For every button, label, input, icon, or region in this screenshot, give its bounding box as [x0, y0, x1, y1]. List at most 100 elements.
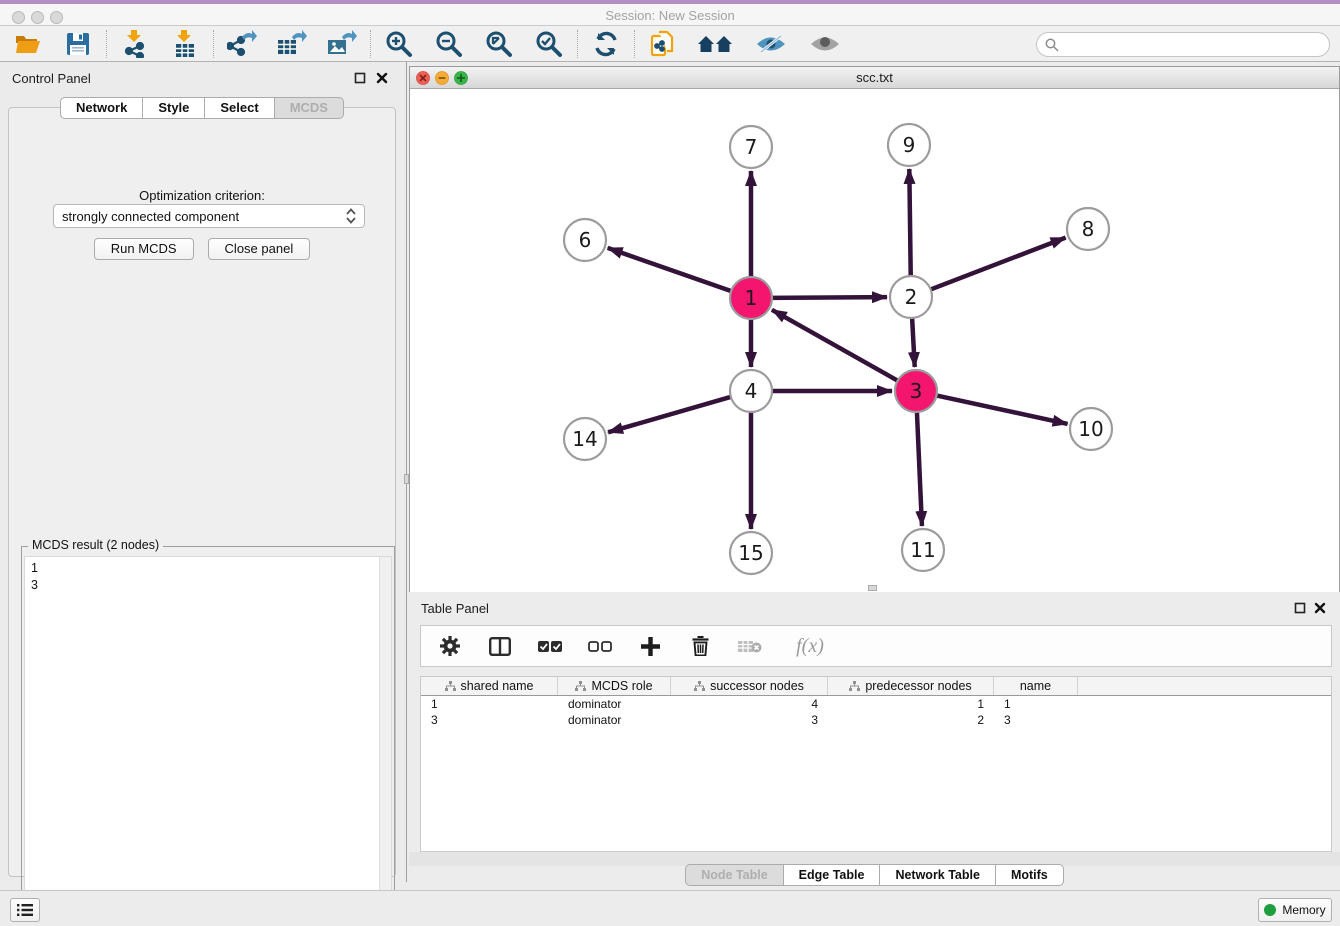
memory-button[interactable]: Memory — [1258, 898, 1332, 922]
tab-mcds[interactable]: MCDS — [275, 97, 344, 119]
window-resize-grip[interactable] — [868, 585, 877, 591]
table-row[interactable]: 3dominator323 — [421, 712, 1331, 728]
graph-node-1[interactable]: 1 — [730, 277, 772, 319]
graph-node-3[interactable]: 3 — [895, 370, 937, 412]
node-label-11: 11 — [910, 538, 935, 562]
edge-2-9[interactable] — [909, 169, 910, 278]
edge-4-14[interactable] — [608, 396, 733, 432]
network-canvas[interactable]: 1 2 3 4 6 7 8 9 10 11 14 15 — [410, 89, 1339, 592]
import-network-icon[interactable] — [120, 29, 150, 59]
edge-3-11[interactable] — [917, 410, 922, 526]
edge-2-3[interactable] — [912, 316, 915, 367]
function-builder-icon[interactable]: f(x) — [787, 631, 833, 661]
tab-motifs[interactable]: Motifs — [996, 864, 1064, 886]
edge-3-1[interactable] — [772, 310, 900, 382]
control-panel-header: Control Panel — [0, 62, 404, 94]
column-label: successor nodes — [710, 679, 804, 693]
column-header-predecessor-nodes[interactable]: predecessor nodes — [828, 677, 994, 695]
run-mcds-button[interactable]: Run MCDS — [94, 238, 194, 260]
float-table-panel-icon[interactable] — [1294, 601, 1308, 615]
graph-node-8[interactable]: 8 — [1067, 208, 1109, 250]
status-bar: Memory — [0, 890, 1340, 926]
open-session-icon[interactable] — [13, 29, 43, 59]
table-row[interactable]: 1dominator411 — [421, 696, 1331, 712]
export-network-icon[interactable] — [227, 29, 257, 59]
edge-1-2[interactable] — [770, 297, 887, 298]
zoom-selected-icon[interactable] — [534, 29, 564, 59]
search-input[interactable] — [1065, 38, 1321, 52]
close-table-panel-icon[interactable] — [1314, 601, 1328, 615]
search-icon — [1045, 38, 1059, 52]
close-panel-icon[interactable] — [376, 71, 390, 85]
column-header-MCDS-role[interactable]: MCDS role — [558, 677, 671, 695]
edge-3-10[interactable] — [935, 395, 1068, 424]
table-settings-gear-icon[interactable] — [437, 631, 463, 661]
deselect-all-checks-icon[interactable] — [587, 631, 613, 661]
tab-network-table[interactable]: Network Table — [880, 864, 996, 886]
tab-style[interactable]: Style — [143, 97, 205, 119]
graph-node-6[interactable]: 6 — [564, 219, 606, 261]
table-cell: 2 — [828, 713, 994, 727]
graph-node-15[interactable]: 15 — [730, 532, 772, 574]
column-label: predecessor nodes — [865, 679, 971, 693]
node-label-7: 7 — [745, 135, 758, 159]
mcds-result-lines: 1 3 — [25, 557, 391, 597]
column-header-shared-name[interactable]: shared name — [421, 677, 558, 695]
table-header-row: shared name MCDS role successor nodes prede… — [421, 677, 1331, 696]
table-panel: Table Panel f(x) — [409, 592, 1340, 890]
close-panel-button[interactable]: Close panel — [208, 238, 311, 260]
node-label-1: 1 — [745, 286, 758, 310]
tab-edge-table[interactable]: Edge Table — [784, 864, 881, 886]
reset-zoom-home-icon[interactable] — [698, 29, 734, 59]
fx-label: f(x) — [796, 635, 824, 658]
export-table-icon[interactable] — [277, 29, 307, 59]
optimization-criterion-select[interactable]: strongly connected component — [53, 204, 365, 228]
save-session-icon[interactable] — [63, 29, 93, 59]
edge-2-8[interactable] — [929, 238, 1066, 291]
column-label: shared name — [461, 679, 534, 693]
memory-label: Memory — [1282, 903, 1325, 917]
result-scrollbar[interactable] — [379, 557, 391, 914]
column-header-successor-nodes[interactable]: successor nodes — [671, 677, 828, 695]
task-history-button[interactable] — [10, 898, 40, 922]
column-tree-icon — [849, 681, 860, 692]
column-header-name[interactable]: name — [994, 677, 1078, 695]
table-cell: 3 — [671, 713, 828, 727]
graph-node-9[interactable]: 9 — [888, 124, 930, 166]
search-field[interactable] — [1036, 32, 1330, 57]
column-label: MCDS role — [591, 679, 652, 693]
table-panel-title: Table Panel — [421, 601, 489, 616]
edge-1-6[interactable] — [608, 248, 733, 292]
export-image-icon[interactable] — [327, 29, 357, 59]
graph-node-2[interactable]: 2 — [890, 276, 932, 318]
graph-node-7[interactable]: 7 — [730, 126, 772, 168]
zoom-fit-icon[interactable] — [484, 29, 514, 59]
zoom-out-icon[interactable] — [434, 29, 464, 59]
select-all-checks-icon[interactable] — [537, 631, 563, 661]
show-columns-icon[interactable] — [487, 631, 513, 661]
hide-selected-eye-icon[interactable] — [754, 29, 788, 59]
refresh-network-view-icon[interactable] — [591, 29, 621, 59]
delete-table-icon[interactable] — [737, 631, 763, 661]
network-window-titlebar[interactable]: scc.txt — [410, 67, 1339, 89]
node-table[interactable]: shared name MCDS role successor nodes prede… — [420, 676, 1332, 852]
tab-network[interactable]: Network — [60, 97, 143, 119]
show-all-eye-icon[interactable] — [808, 29, 842, 59]
tab-select[interactable]: Select — [205, 97, 274, 119]
duplicate-network-icon[interactable] — [648, 29, 678, 59]
mcds-result-list[interactable]: 1 3 — [24, 556, 392, 915]
task-list-icon — [17, 903, 33, 917]
add-column-icon[interactable] — [637, 631, 663, 661]
window-title: Session: New Session — [0, 8, 1340, 23]
zoom-in-icon[interactable] — [384, 29, 414, 59]
graph-node-10[interactable]: 10 — [1070, 408, 1112, 450]
graph-node-11[interactable]: 11 — [902, 529, 944, 571]
graph-node-14[interactable]: 14 — [564, 418, 606, 460]
graph-node-4[interactable]: 4 — [730, 370, 772, 412]
delete-column-trash-icon[interactable] — [687, 631, 713, 661]
table-cell: 4 — [671, 697, 828, 711]
table-panel-header: Table Panel — [409, 592, 1340, 624]
import-table-icon[interactable] — [170, 29, 200, 59]
tab-node-table[interactable]: Node Table — [685, 864, 783, 886]
float-panel-icon[interactable] — [354, 71, 368, 85]
